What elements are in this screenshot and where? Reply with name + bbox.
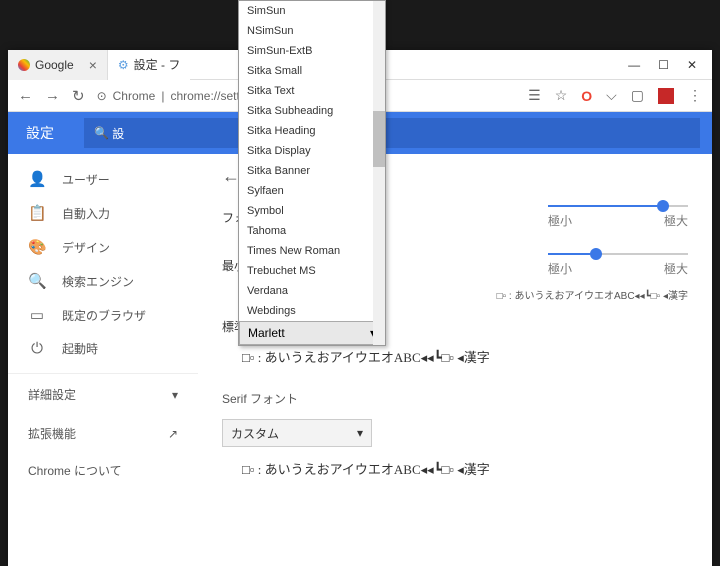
person-icon: 👤 bbox=[28, 170, 46, 188]
tab-google[interactable]: Google × bbox=[8, 50, 108, 80]
url-sep: | bbox=[161, 89, 164, 103]
chevron-down-icon: ▾ bbox=[172, 388, 178, 402]
dropdown-item[interactable]: Symbol bbox=[239, 201, 385, 221]
about-label: Chrome について bbox=[28, 462, 122, 479]
cast-icon[interactable]: ▢ bbox=[631, 87, 644, 104]
font-dropdown: SimSunNSimSunSimSun-ExtBSitka SmallSitka… bbox=[238, 0, 386, 346]
ext-label: 拡張機能 bbox=[28, 425, 76, 442]
palette-icon: 🎨 bbox=[28, 238, 46, 256]
min-label: 極小 bbox=[548, 260, 572, 277]
sidebar-item-label: 検索エンジン bbox=[62, 273, 134, 290]
max-label: 極大 bbox=[664, 212, 688, 229]
opera-icon[interactable]: O bbox=[581, 88, 592, 104]
sidebar-item-default[interactable]: ▭ 既定のブラウザ bbox=[8, 298, 198, 332]
page-title: 設定 bbox=[8, 123, 72, 143]
sidebar-item-label: 既定のブラウザ bbox=[62, 307, 146, 324]
star-icon[interactable]: ☆ bbox=[555, 87, 568, 104]
min-label: 極小 bbox=[548, 212, 572, 229]
close-button[interactable]: ✕ bbox=[687, 58, 697, 72]
sidebar-item-label: デザイン bbox=[62, 239, 110, 256]
dropdown-item[interactable]: Sitka Subheading bbox=[239, 101, 385, 121]
dropdown-item[interactable]: Sitka Text bbox=[239, 81, 385, 101]
menu-icon[interactable]: ⋮ bbox=[688, 87, 702, 104]
dropdown-item[interactable]: NSimSun bbox=[239, 21, 385, 41]
chevron-down-icon: ▾ bbox=[357, 426, 363, 440]
sidebar: 👤ユーザー 📋自動入力 🎨デザイン 🔍検索エンジン ▭既定のブラウザ ⏻起動時 … bbox=[8, 154, 198, 566]
sidebar-item-label: 自動入力 bbox=[62, 205, 110, 222]
dropdown-item[interactable]: SimSun-ExtB bbox=[239, 41, 385, 61]
dropdown-item[interactable]: Tahoma bbox=[239, 221, 385, 241]
sidebar-item-label: 起動時 bbox=[62, 340, 98, 357]
max-label: 極大 bbox=[664, 260, 688, 277]
window-buttons: — ☐ ✕ bbox=[628, 58, 712, 72]
min-font-slider[interactable]: 極小 極大 bbox=[548, 253, 688, 277]
font-size-slider[interactable]: 極小 極大 bbox=[548, 205, 688, 229]
dropdown-item[interactable]: SimSun bbox=[239, 1, 385, 21]
back-icon[interactable]: ← bbox=[18, 87, 33, 104]
dropdown-item[interactable]: Sitka Small bbox=[239, 61, 385, 81]
sample-text-serif: □▫ : あいうえおアイウエオABC◂◂┗□▫ ◂漢字 bbox=[242, 459, 688, 478]
scrollbar-thumb[interactable] bbox=[373, 111, 385, 167]
select-value: カスタム bbox=[231, 425, 279, 442]
minimize-button[interactable]: — bbox=[628, 58, 640, 72]
advanced-label: 詳細設定 bbox=[28, 386, 76, 403]
search-text: 設 bbox=[112, 125, 124, 142]
dropdown-item[interactable]: Sitka Banner bbox=[239, 161, 385, 181]
sample-text: □▫ : あいうえおアイウエオABC◂◂┗□▫ ◂漢字 bbox=[242, 347, 688, 366]
sidebar-item-label: ユーザー bbox=[62, 171, 110, 188]
sidebar-advanced[interactable]: 詳細設定 ▾ bbox=[8, 373, 198, 415]
maximize-button[interactable]: ☐ bbox=[658, 58, 669, 72]
sidebar-item-design[interactable]: 🎨 デザイン bbox=[8, 230, 198, 264]
dropdown-item[interactable]: Trebuchet MS bbox=[239, 261, 385, 281]
forward-icon[interactable]: → bbox=[45, 87, 60, 104]
clipboard-icon: 📋 bbox=[28, 204, 46, 222]
sidebar-about[interactable]: Chrome について bbox=[8, 452, 198, 489]
search-icon: 🔍 bbox=[94, 126, 109, 140]
dropdown-item[interactable]: Sylfaen bbox=[239, 181, 385, 201]
dropdown-item[interactable]: Webdings bbox=[239, 301, 385, 321]
serif-font-select[interactable]: カスタム ▾ bbox=[222, 419, 372, 447]
serif-font-label: Serif フォント bbox=[222, 390, 688, 407]
dropdown-list[interactable]: SimSunNSimSunSimSun-ExtBSitka SmallSitka… bbox=[239, 1, 385, 321]
sidebar-item-startup[interactable]: ⏻ 起動時 bbox=[8, 332, 198, 365]
sidebar-item-search[interactable]: 🔍 検索エンジン bbox=[8, 264, 198, 298]
tab-label: Google bbox=[35, 58, 74, 72]
avatar[interactable] bbox=[658, 88, 674, 104]
close-icon[interactable]: × bbox=[89, 57, 97, 73]
url-prefix: Chrome bbox=[113, 89, 156, 103]
reload-icon[interactable]: ↻ bbox=[72, 87, 85, 105]
list-icon[interactable]: ☰ bbox=[528, 87, 541, 104]
search-icon: 🔍 bbox=[28, 272, 46, 290]
dropdown-item[interactable]: Sitka Heading bbox=[239, 121, 385, 141]
tab-label: 設定 - フ bbox=[134, 56, 181, 73]
dropdown-selected[interactable]: Marlett ▾ bbox=[239, 321, 385, 345]
external-icon: ↗ bbox=[168, 427, 178, 441]
gear-icon: ⚙ bbox=[118, 58, 129, 72]
toolbar-right: ☰ ☆ O ⌵ ▢ ⋮ bbox=[528, 87, 702, 104]
dropdown-item[interactable]: Verdana bbox=[239, 281, 385, 301]
browser-icon: ▭ bbox=[28, 306, 46, 324]
pocket-icon[interactable]: ⌵ bbox=[606, 87, 617, 104]
search-input[interactable]: 🔍 設 bbox=[84, 118, 700, 148]
scrollbar[interactable] bbox=[373, 1, 385, 346]
power-icon: ⏻ bbox=[28, 340, 46, 357]
dropdown-item[interactable]: Sitka Display bbox=[239, 141, 385, 161]
sidebar-extensions[interactable]: 拡張機能 ↗ bbox=[8, 415, 198, 452]
selected-value: Marlett bbox=[248, 326, 285, 340]
google-icon bbox=[18, 59, 30, 71]
sidebar-item-autofill[interactable]: 📋 自動入力 bbox=[8, 196, 198, 230]
chrome-icon: ⊙ bbox=[97, 89, 107, 103]
sidebar-item-user[interactable]: 👤 ユーザー bbox=[8, 162, 198, 196]
tab-settings[interactable]: ⚙ 設定 - フ bbox=[108, 50, 190, 80]
dropdown-item[interactable]: Times New Roman bbox=[239, 241, 385, 261]
